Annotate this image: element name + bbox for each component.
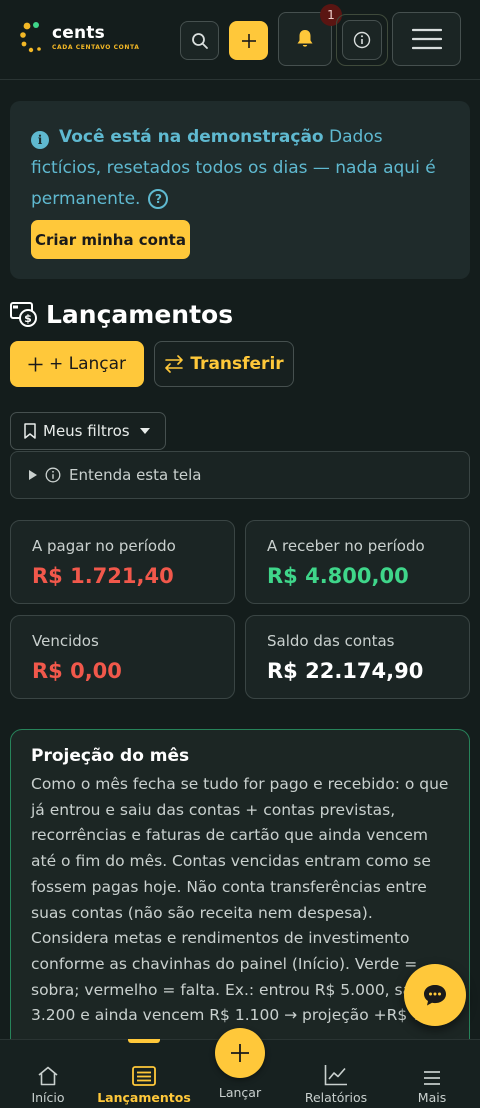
page-title: $ Lançamentos bbox=[10, 296, 233, 332]
stat-label: Saldo das contas bbox=[267, 632, 395, 650]
info-circle-icon: i bbox=[31, 131, 49, 149]
transfer-button[interactable]: Transferir bbox=[154, 341, 294, 387]
transfer-button-label: Transferir bbox=[190, 354, 284, 374]
stat-card-account-balance: Saldo das contas R$ 22.174,90 bbox=[245, 615, 470, 699]
page-title-text: Lançamentos bbox=[46, 299, 234, 329]
explain-screen-toggle[interactable]: Entenda esta tela bbox=[10, 451, 470, 499]
bell-icon bbox=[297, 30, 313, 47]
nav-item-more[interactable]: Mais bbox=[400, 1040, 464, 1108]
demo-banner: i Você está na demonstração Dados fictíci… bbox=[10, 101, 470, 279]
stat-value: R$ 22.174,90 bbox=[267, 659, 424, 683]
info-icon bbox=[45, 467, 61, 483]
transfer-arrows-icon bbox=[165, 355, 184, 373]
nav-label: Relatórios bbox=[304, 1090, 368, 1105]
active-nav-indicator bbox=[128, 1039, 160, 1043]
info-button-inner bbox=[342, 20, 382, 60]
logo-name: cents bbox=[52, 23, 105, 43]
stat-card-to-pay: A pagar no período R$ 1.721,40 bbox=[10, 520, 235, 604]
nav-label: Lançar bbox=[218, 1085, 262, 1100]
stat-card-to-receive: A receber no período R$ 4.800,00 bbox=[245, 520, 470, 604]
menu-button[interactable] bbox=[392, 12, 461, 66]
chat-button[interactable] bbox=[404, 964, 466, 1026]
plus-icon bbox=[241, 33, 256, 48]
nav-item-reports[interactable]: Relatórios bbox=[296, 1040, 376, 1108]
nav-label: Início bbox=[31, 1090, 65, 1105]
my-filters-dropdown[interactable]: Meus filtros bbox=[10, 412, 166, 450]
projection-description: Como o mês fecha se tudo for pago e rece… bbox=[31, 775, 452, 1025]
home-icon bbox=[38, 1066, 58, 1086]
quick-add-button[interactable] bbox=[229, 21, 268, 60]
search-icon bbox=[191, 32, 208, 49]
nav-item-entries[interactable]: Lançamentos bbox=[94, 1040, 194, 1108]
app-page: cents CADA CENTAVO CONTA 1 i Você está n… bbox=[0, 0, 480, 1108]
bookmark-icon bbox=[24, 423, 36, 439]
svg-text:$: $ bbox=[24, 312, 32, 325]
caret-down-icon bbox=[139, 428, 150, 434]
projection-title: Projeção do mês bbox=[31, 746, 190, 766]
search-button[interactable] bbox=[180, 21, 219, 60]
help-icon[interactable]: ? bbox=[148, 189, 169, 209]
nav-item-home[interactable]: Início bbox=[16, 1040, 80, 1108]
money-receipt-icon: $ bbox=[10, 302, 37, 327]
logo-dots-icon bbox=[20, 22, 41, 53]
stat-label: Vencidos bbox=[32, 632, 99, 650]
list-icon bbox=[132, 1066, 156, 1086]
month-projection-card: Projeção do mês Como o mês fecha se tudo… bbox=[10, 729, 470, 1059]
launch-fab-button[interactable] bbox=[215, 1028, 265, 1078]
demo-banner-text: i Você está na demonstração Dados fictíci… bbox=[31, 122, 456, 215]
stat-value: R$ 1.721,40 bbox=[32, 564, 174, 588]
menu-icon bbox=[424, 1071, 440, 1085]
top-header: cents CADA CENTAVO CONTA 1 bbox=[0, 0, 480, 80]
create-account-button[interactable]: Criar minha conta bbox=[31, 220, 190, 259]
caret-right-icon bbox=[29, 470, 37, 480]
info-icon bbox=[353, 31, 371, 49]
stat-label: A receber no período bbox=[267, 537, 425, 555]
plus-icon bbox=[231, 1044, 249, 1062]
hamburger-icon bbox=[411, 28, 442, 50]
demo-title: Você está na demonstração bbox=[59, 127, 324, 147]
explain-label: Entenda esta tela bbox=[69, 466, 202, 484]
nav-label: Mais bbox=[417, 1090, 447, 1105]
info-button[interactable] bbox=[336, 14, 388, 66]
stat-value: R$ 0,00 bbox=[32, 659, 122, 683]
logo[interactable]: cents CADA CENTAVO CONTA bbox=[20, 22, 150, 56]
logo-tagline: CADA CENTAVO CONTA bbox=[52, 44, 140, 51]
stat-card-overdue: Vencidos R$ 0,00 bbox=[10, 615, 235, 699]
launch-button[interactable]: + Lançar bbox=[10, 341, 144, 387]
chart-icon bbox=[324, 1065, 347, 1086]
chat-bubble-icon bbox=[424, 985, 446, 1006]
nav-label: Lançamentos bbox=[97, 1090, 191, 1105]
my-filters-label: Meus filtros bbox=[43, 422, 130, 440]
stat-label: A pagar no período bbox=[32, 537, 176, 555]
plus-icon bbox=[28, 357, 43, 371]
launch-button-label: + Lançar bbox=[48, 354, 127, 374]
stat-value: R$ 4.800,00 bbox=[267, 564, 409, 588]
